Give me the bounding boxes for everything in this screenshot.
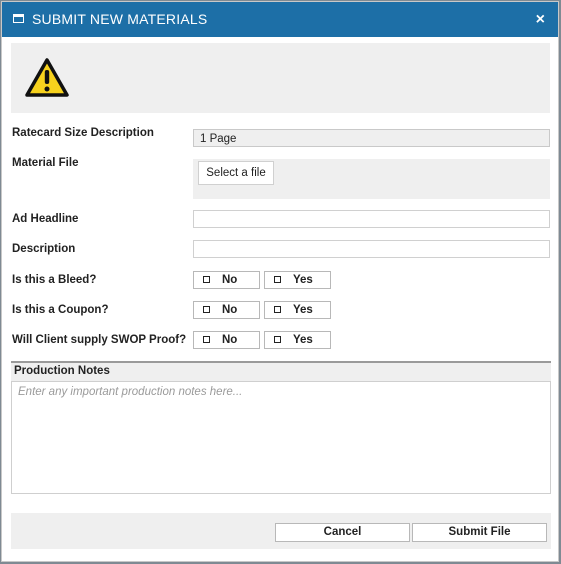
close-icon[interactable]: × — [536, 11, 545, 29]
description-input[interactable] — [193, 240, 550, 258]
warning-triangle-icon — [25, 58, 69, 97]
cancel-button[interactable]: Cancel — [275, 523, 410, 542]
dialog-footer: Cancel Submit File — [11, 513, 551, 549]
checkbox-icon — [274, 306, 281, 313]
checkbox-icon — [203, 336, 210, 343]
dialog-title: SUBMIT NEW MATERIALS — [32, 11, 208, 27]
description-label: Description — [12, 243, 76, 255]
submit-materials-dialog: SUBMIT NEW MATERIALS × Ratecard Size Des… — [1, 1, 559, 562]
option-label: No — [222, 334, 238, 346]
production-notes-label: Production Notes — [14, 365, 110, 377]
dialog-titlebar: SUBMIT NEW MATERIALS × — [2, 2, 558, 37]
checkbox-icon — [203, 276, 210, 283]
warning-banner — [11, 43, 550, 113]
ad-headline-label: Ad Headline — [12, 213, 79, 225]
production-notes-header: Production Notes — [11, 361, 551, 381]
production-notes-input[interactable] — [11, 381, 551, 494]
ratecard-value: 1 Page — [193, 129, 550, 147]
coupon-no-option[interactable]: No — [193, 301, 260, 319]
option-label: No — [222, 274, 238, 286]
window-icon — [13, 14, 24, 23]
coupon-yes-option[interactable]: Yes — [264, 301, 331, 319]
file-upload-area: Select a file — [193, 159, 550, 199]
swop-no-option[interactable]: No — [193, 331, 260, 349]
option-label: No — [222, 304, 238, 316]
option-label: Yes — [293, 274, 313, 286]
bleed-label: Is this a Bleed? — [12, 274, 97, 286]
swop-yes-option[interactable]: Yes — [264, 331, 331, 349]
select-file-button[interactable]: Select a file — [198, 161, 274, 185]
bleed-no-option[interactable]: No — [193, 271, 260, 289]
checkbox-icon — [203, 306, 210, 313]
bleed-yes-option[interactable]: Yes — [264, 271, 331, 289]
submit-file-button[interactable]: Submit File — [412, 523, 547, 542]
checkbox-icon — [274, 276, 281, 283]
ad-headline-input[interactable] — [193, 210, 550, 228]
option-label: Yes — [293, 304, 313, 316]
swop-label: Will Client supply SWOP Proof? — [12, 334, 187, 346]
material-file-label: Material File — [12, 157, 79, 169]
checkbox-icon — [274, 336, 281, 343]
ratecard-label: Ratecard Size Description — [12, 127, 154, 139]
option-label: Yes — [293, 334, 313, 346]
coupon-label: Is this a Coupon? — [12, 304, 109, 316]
